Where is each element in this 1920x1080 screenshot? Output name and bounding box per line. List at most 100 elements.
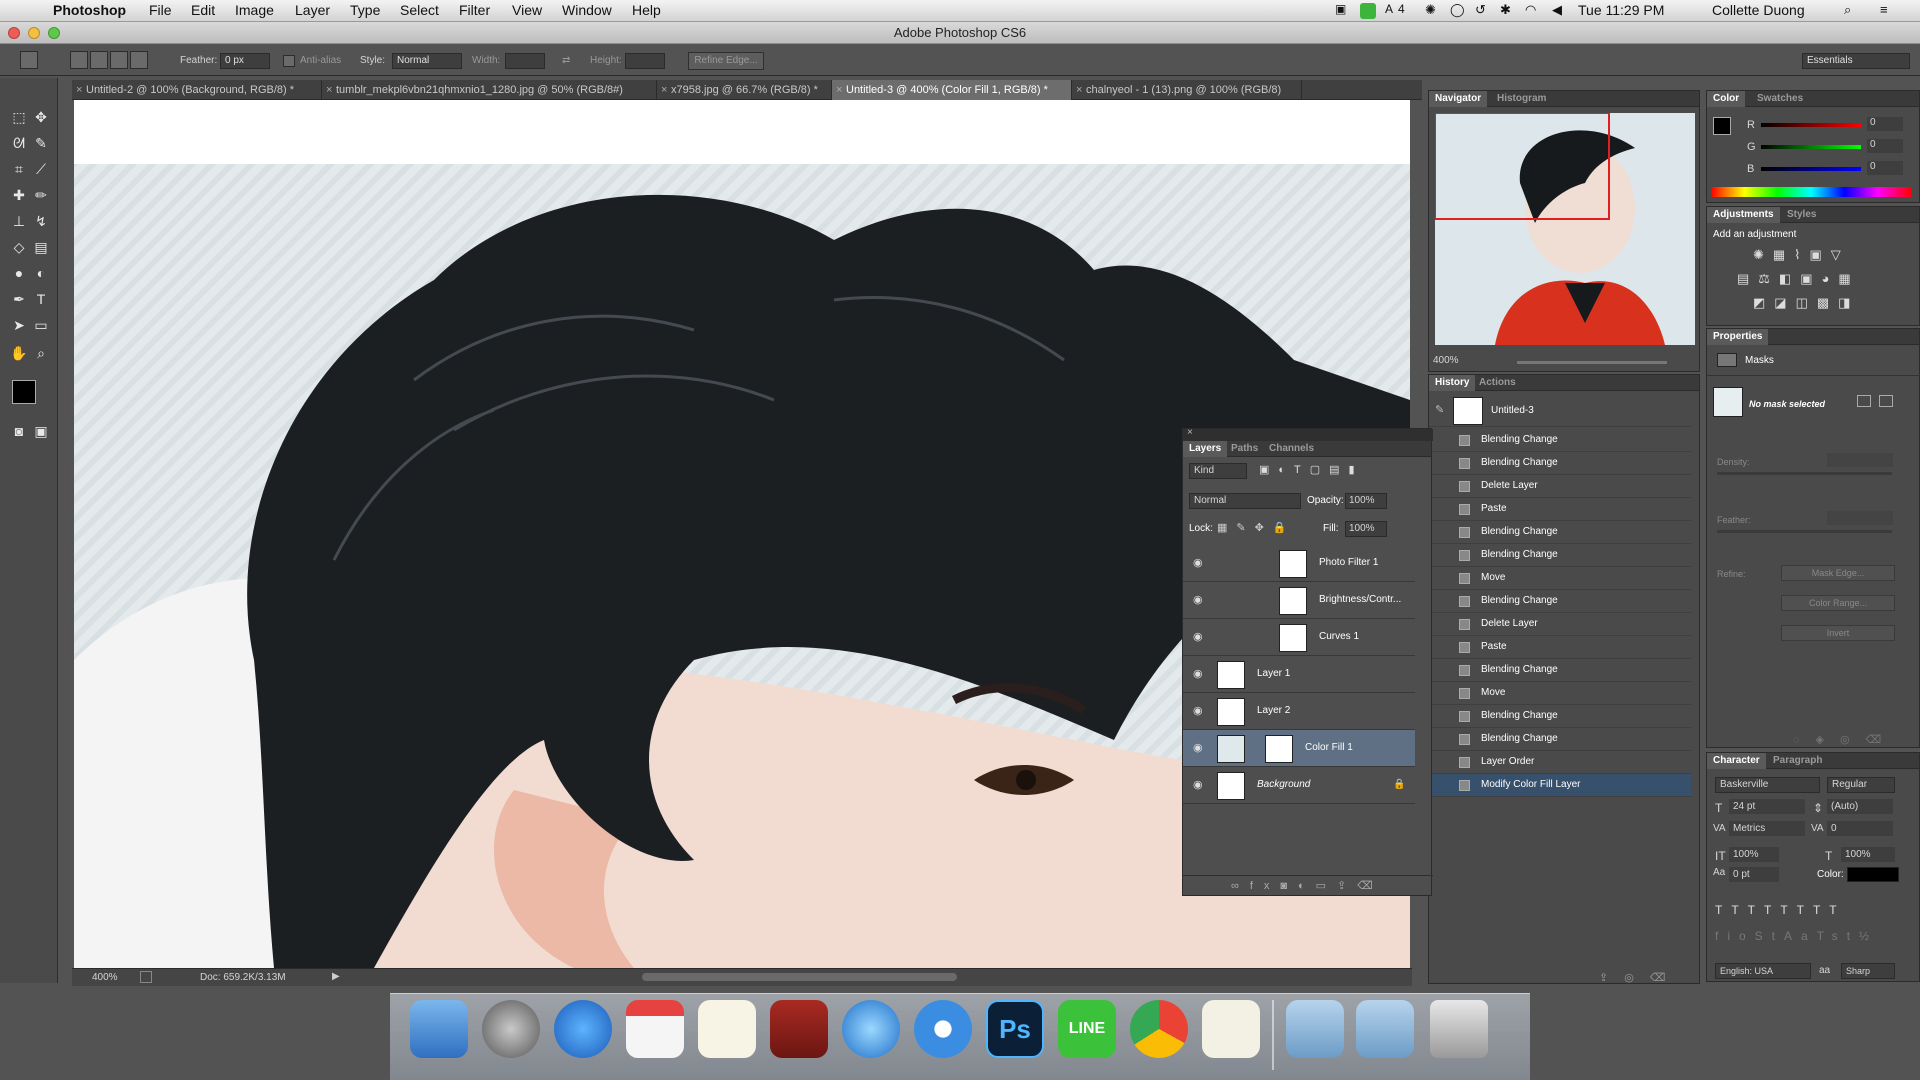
tab-history[interactable]: History <box>1429 375 1476 391</box>
hand-tool-icon[interactable]: ✋ <box>8 342 30 364</box>
spotlight-icon[interactable]: ⌕ <box>1844 2 1851 18</box>
close-window-button[interactable] <box>8 27 20 39</box>
quick-mask-icon[interactable]: ◙ <box>8 420 30 442</box>
layer-row[interactable]: ◉ Layer 2 <box>1183 693 1415 730</box>
leading-input[interactable]: (Auto) <box>1827 799 1893 814</box>
b-slider[interactable] <box>1761 167 1861 171</box>
tab-properties[interactable]: Properties <box>1707 329 1769 345</box>
add-pixel-mask-icon[interactable] <box>1857 395 1871 407</box>
launchpad-icon[interactable] <box>482 1000 540 1058</box>
eraser-tool-icon[interactable]: ◇ <box>8 236 30 258</box>
layer-name[interactable]: Color Fill 1 <box>1305 742 1353 753</box>
mask-edge-button[interactable]: Mask Edge... <box>1781 565 1895 581</box>
eye-icon[interactable]: ◉ <box>1193 668 1205 680</box>
layer-mask-thumbnail[interactable] <box>1265 735 1293 763</box>
color-fg-swatch[interactable] <box>1713 117 1731 135</box>
dodge-tool-icon[interactable]: ◐ <box>30 262 52 284</box>
crop-tool-icon[interactable]: ⌗ <box>8 158 30 180</box>
tab-adjustments[interactable]: Adjustments <box>1707 207 1780 223</box>
layer-name[interactable]: Curves 1 <box>1319 631 1359 642</box>
close-panel-icon[interactable]: × <box>1187 427 1193 438</box>
chrome-icon[interactable] <box>1130 1000 1188 1058</box>
history-item[interactable]: Blending Change <box>1429 521 1691 544</box>
history-item[interactable]: Blending Change <box>1429 544 1691 567</box>
tab-actions[interactable]: Actions <box>1473 375 1522 391</box>
minimize-window-button[interactable] <box>28 27 40 39</box>
workspace-select[interactable]: Essentials <box>1802 53 1910 69</box>
menu-app-name[interactable]: Photoshop <box>53 2 126 18</box>
close-tab-icon[interactable]: × <box>661 80 667 100</box>
history-item[interactable]: Delete Layer <box>1429 475 1691 498</box>
history-item[interactable]: Blending Change <box>1429 429 1691 452</box>
history-brush-icon[interactable]: ↯ <box>30 210 52 232</box>
close-tab-icon[interactable]: × <box>326 80 332 100</box>
history-footer-icons[interactable]: ⇪◎⌫ <box>1599 971 1681 984</box>
layer-name[interactable]: Brightness/Contr... <box>1319 594 1401 605</box>
eye-icon[interactable]: ◉ <box>1193 742 1205 754</box>
history-item[interactable]: Blending Change <box>1429 590 1691 613</box>
close-tab-icon[interactable]: × <box>836 80 842 100</box>
baseline-shift-input[interactable]: 0 pt <box>1729 867 1779 882</box>
menu-help[interactable]: Help <box>632 2 661 18</box>
path-select-icon[interactable]: ➤ <box>8 314 30 336</box>
style-select[interactable]: Normal <box>392 53 462 69</box>
new-selection-icon[interactable] <box>70 51 88 69</box>
history-item[interactable]: Move <box>1429 567 1691 590</box>
tab-untitled-2[interactable]: × Untitled-2 @ 100% (Background, RGB/8) * <box>72 80 322 100</box>
width-input[interactable] <box>505 53 545 69</box>
applications-folder-icon[interactable] <box>1356 1000 1414 1058</box>
feather-input[interactable]: 0 px <box>220 53 270 69</box>
adjustment-icons-row-1[interactable]: ✺▦⌇▣▽ <box>1753 247 1883 263</box>
tracking-input[interactable]: 0 <box>1827 821 1893 836</box>
history-brush-source-icon[interactable]: ✎ <box>1435 403 1444 416</box>
user-name[interactable]: Collette Duong <box>1712 2 1805 18</box>
r-value[interactable]: 0 <box>1867 117 1903 131</box>
navigator-zoom-slider[interactable] <box>1517 361 1667 364</box>
brightness-icon[interactable]: ✺ <box>1425 2 1436 18</box>
zoom-window-button[interactable] <box>48 27 60 39</box>
layers-panel-titlebar[interactable]: × <box>1183 427 1433 441</box>
itunes-icon[interactable] <box>842 1000 900 1058</box>
blur-tool-icon[interactable]: ● <box>8 262 30 284</box>
layer-name[interactable]: Layer 2 <box>1257 705 1290 716</box>
eye-icon[interactable]: ◉ <box>1193 705 1205 717</box>
trash-icon[interactable] <box>1430 1000 1488 1058</box>
language-select[interactable]: English: USA <box>1715 963 1811 979</box>
anti-alias-checkbox[interactable] <box>283 55 295 67</box>
eyedropper-icon[interactable]: ⟋ <box>30 158 52 180</box>
tab-channels[interactable]: Channels <box>1263 441 1320 457</box>
finder-icon[interactable] <box>410 1000 468 1058</box>
brush-tool-icon[interactable]: ✏ <box>30 184 52 206</box>
history-item[interactable]: Blending Change <box>1429 659 1691 682</box>
healing-brush-icon[interactable]: ✚ <box>8 184 30 206</box>
quick-select-icon[interactable]: ✎ <box>30 132 52 154</box>
layer-row[interactable]: ◉ Background 🔒 <box>1183 767 1415 804</box>
layer-name[interactable]: Layer 1 <box>1257 668 1290 679</box>
eye-icon[interactable]: ◉ <box>1193 594 1205 606</box>
layer-name[interactable]: Background <box>1257 779 1310 790</box>
history-item[interactable]: Blending Change <box>1429 728 1691 751</box>
calendar-icon[interactable] <box>626 1000 684 1058</box>
layer-row[interactable]: ◉ Photo Filter 1 <box>1183 545 1415 582</box>
history-item[interactable]: Layer Order <box>1429 751 1691 774</box>
history-item[interactable]: Move <box>1429 682 1691 705</box>
tab-character[interactable]: Character <box>1707 753 1766 769</box>
layer-mask-thumbnail[interactable] <box>1279 587 1307 615</box>
bluetooth-icon[interactable]: ✱ <box>1500 2 1511 18</box>
tab-layers[interactable]: Layers <box>1183 441 1228 457</box>
history-item[interactable]: Blending Change <box>1429 452 1691 475</box>
tab-paragraph[interactable]: Paragraph <box>1767 753 1828 769</box>
density-input[interactable] <box>1827 453 1893 467</box>
swap-icon[interactable]: ⇄ <box>562 55 570 66</box>
status-zoom[interactable]: 400% <box>92 972 118 983</box>
menu-layer[interactable]: Layer <box>295 2 330 18</box>
intersect-selection-icon[interactable] <box>130 51 148 69</box>
volume-icon[interactable]: ◀ <box>1552 2 1562 18</box>
history-snapshot[interactable]: ✎ Untitled-3 <box>1429 395 1691 427</box>
antialias-select[interactable]: Sharp <box>1841 963 1895 979</box>
tab-x7958[interactable]: × x7958.jpg @ 66.7% (RGB/8) * <box>657 80 832 100</box>
move-tool-icon[interactable]: ✥ <box>30 106 52 128</box>
kerning-input[interactable]: Metrics <box>1729 821 1805 836</box>
type-style-buttons[interactable]: TTTTTTTT <box>1715 903 1846 917</box>
kind-filter-select[interactable]: Kind <box>1189 463 1247 479</box>
